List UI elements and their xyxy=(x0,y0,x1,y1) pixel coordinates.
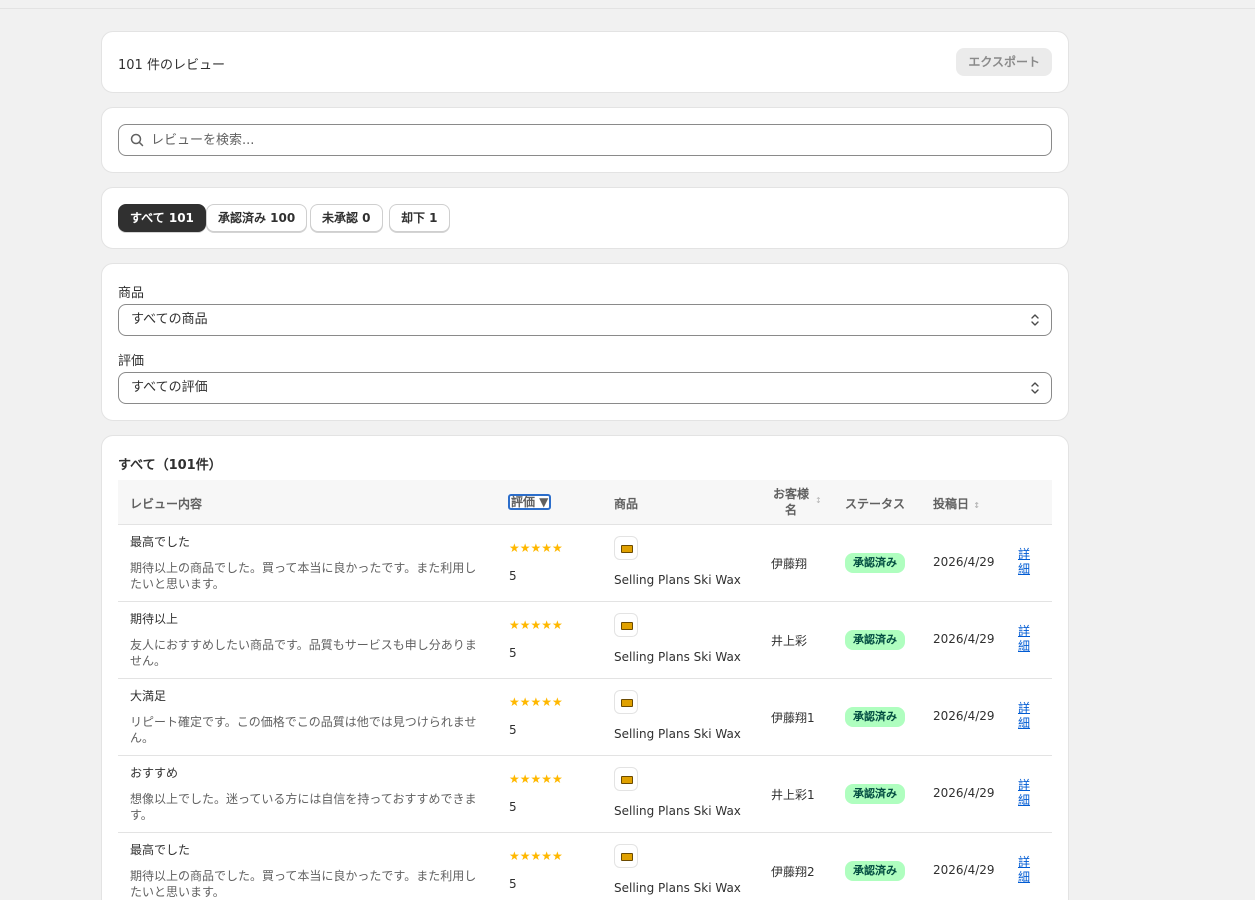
star-rating-icon: ★★★★★ xyxy=(509,772,563,786)
customer-name: 井上彩1 xyxy=(771,788,815,802)
status-tabs-card: すべて 101 承認済み 100 未承認 0 却下 1 xyxy=(101,187,1069,249)
review-title: 期待以上 xyxy=(130,612,179,626)
table-row: 大満足 リピート確定です。この価格でこの品質は他では見つけられません。 ★★★★… xyxy=(118,679,1052,756)
tab-approved[interactable]: 承認済み 100 xyxy=(206,204,308,232)
tab-all[interactable]: すべて 101 xyxy=(118,204,206,232)
sort-icon[interactable]: ↕ xyxy=(815,496,822,505)
star-rating-icon: ★★★★★ xyxy=(509,695,563,709)
table-row: 最高でした 期待以上の商品でした。買って本当に良かったです。また利用したいと思い… xyxy=(118,833,1052,900)
status-badge: 承認済み xyxy=(845,784,905,804)
post-date: 2026/4/29 xyxy=(933,786,995,800)
product-thumbnail xyxy=(614,613,638,637)
col-customer-label: お客様名 xyxy=(772,487,809,517)
sort-icon: ↕ xyxy=(973,501,980,510)
rating-value: 5 xyxy=(509,877,517,891)
rating-value: 5 xyxy=(509,723,517,737)
customer-name: 伊藤翔2 xyxy=(771,865,815,879)
customer-name: 伊藤翔 xyxy=(771,557,808,571)
review-body: リピート確定です。この価格でこの品質は他では見つけられません。 xyxy=(130,715,477,745)
table-row: 最高でした 期待以上の商品でした。買って本当に良かったです。また利用したいと思い… xyxy=(118,525,1052,602)
filters-card: 商品 すべての商品 評価 すべての評価 xyxy=(101,263,1069,421)
review-title: 最高でした xyxy=(130,535,191,549)
table-header: レビュー内容 評価 ▼ 商品 お客様名 ↕ ステータス 投稿日 ↕ xyxy=(118,480,1052,525)
col-status: ステータス xyxy=(845,497,906,511)
review-body: 期待以上の商品でした。買って本当に良かったです。また利用したいと思います。 xyxy=(130,869,477,899)
col-content: レビュー内容 xyxy=(130,497,203,511)
review-title: 大満足 xyxy=(130,689,167,703)
rating-filter-select[interactable]: すべての評価 xyxy=(118,372,1052,404)
export-button[interactable]: エクスポート xyxy=(956,48,1052,76)
search-input[interactable] xyxy=(151,125,1041,155)
search-icon xyxy=(130,133,144,147)
post-date: 2026/4/29 xyxy=(933,555,995,569)
status-badge: 承認済み xyxy=(845,707,905,727)
reviews-table-card: すべて（101件） レビュー内容 評価 ▼ 商品 お客様名 ↕ ステータス 投稿… xyxy=(101,435,1069,900)
rating-filter-value: すべての評価 xyxy=(131,380,208,395)
status-badge: 承認済み xyxy=(845,553,905,573)
top-divider xyxy=(0,8,1255,9)
customer-name: 井上彩 xyxy=(771,634,808,648)
star-rating-icon: ★★★★★ xyxy=(509,849,563,863)
col-date[interactable]: 投稿日 ↕ xyxy=(933,495,980,512)
search-card xyxy=(101,107,1069,173)
review-title: 最高でした xyxy=(130,843,191,857)
product-filter-value: すべての商品 xyxy=(131,312,208,327)
header-card: 101 件のレビュー エクスポート xyxy=(101,31,1069,93)
table-title: すべて（101件） xyxy=(118,458,222,473)
post-date: 2026/4/29 xyxy=(933,632,995,646)
post-date: 2026/4/29 xyxy=(933,709,995,723)
product-thumbnail xyxy=(614,844,638,868)
review-body: 友人におすすめしたい商品です。品質もサービスも申し分ありません。 xyxy=(130,638,477,668)
star-rating-icon: ★★★★★ xyxy=(509,541,563,555)
detail-link[interactable]: 詳細 xyxy=(1018,855,1032,885)
post-date: 2026/4/29 xyxy=(933,863,995,877)
detail-link[interactable]: 詳細 xyxy=(1018,778,1032,808)
product-filter-select[interactable]: すべての商品 xyxy=(118,304,1052,336)
review-title: おすすめ xyxy=(130,766,179,780)
product-name: Selling Plans Ski Wax xyxy=(614,804,741,818)
table-row: おすすめ 想像以上でした。迷っている方には自信を持っておすすめできます。 ★★★… xyxy=(118,756,1052,833)
customer-name: 伊藤翔1 xyxy=(771,711,815,725)
status-badge: 承認済み xyxy=(845,861,905,881)
detail-link[interactable]: 詳細 xyxy=(1018,701,1032,731)
chevron-up-down-icon xyxy=(1031,314,1039,326)
search-box xyxy=(118,124,1052,156)
rating-filter-label: 評価 xyxy=(118,354,145,369)
product-name: Selling Plans Ski Wax xyxy=(614,573,741,587)
product-name: Selling Plans Ski Wax xyxy=(614,727,741,741)
product-name: Selling Plans Ski Wax xyxy=(614,650,741,664)
rating-value: 5 xyxy=(509,800,517,814)
review-body: 想像以上でした。迷っている方には自信を持っておすすめできます。 xyxy=(130,792,477,822)
product-name: Selling Plans Ski Wax xyxy=(614,881,741,895)
star-rating-icon: ★★★★★ xyxy=(509,618,563,632)
col-rating-sort-button[interactable]: 評価 ▼ xyxy=(508,494,552,510)
table-row: 期待以上 友人におすすめしたい商品です。品質もサービスも申し分ありません。 ★★… xyxy=(118,602,1052,679)
status-badge: 承認済み xyxy=(845,630,905,650)
product-thumbnail xyxy=(614,690,638,714)
product-filter-label: 商品 xyxy=(118,286,145,301)
col-customer[interactable]: お客様名 xyxy=(770,486,812,518)
tab-rejected[interactable]: 却下 1 xyxy=(389,204,450,232)
rating-value: 5 xyxy=(509,646,517,660)
rating-value: 5 xyxy=(509,569,517,583)
chevron-up-down-icon xyxy=(1031,382,1039,394)
product-thumbnail xyxy=(614,536,638,560)
detail-link[interactable]: 詳細 xyxy=(1018,547,1032,577)
detail-link[interactable]: 詳細 xyxy=(1018,624,1032,654)
tab-unapproved[interactable]: 未承認 0 xyxy=(310,204,383,232)
product-thumbnail xyxy=(614,767,638,791)
col-date-label: 投稿日 xyxy=(933,497,970,511)
col-product: 商品 xyxy=(614,497,639,511)
review-body: 期待以上の商品でした。買って本当に良かったです。また利用したいと思います。 xyxy=(130,561,477,591)
review-count: 101 件のレビュー xyxy=(118,58,225,73)
